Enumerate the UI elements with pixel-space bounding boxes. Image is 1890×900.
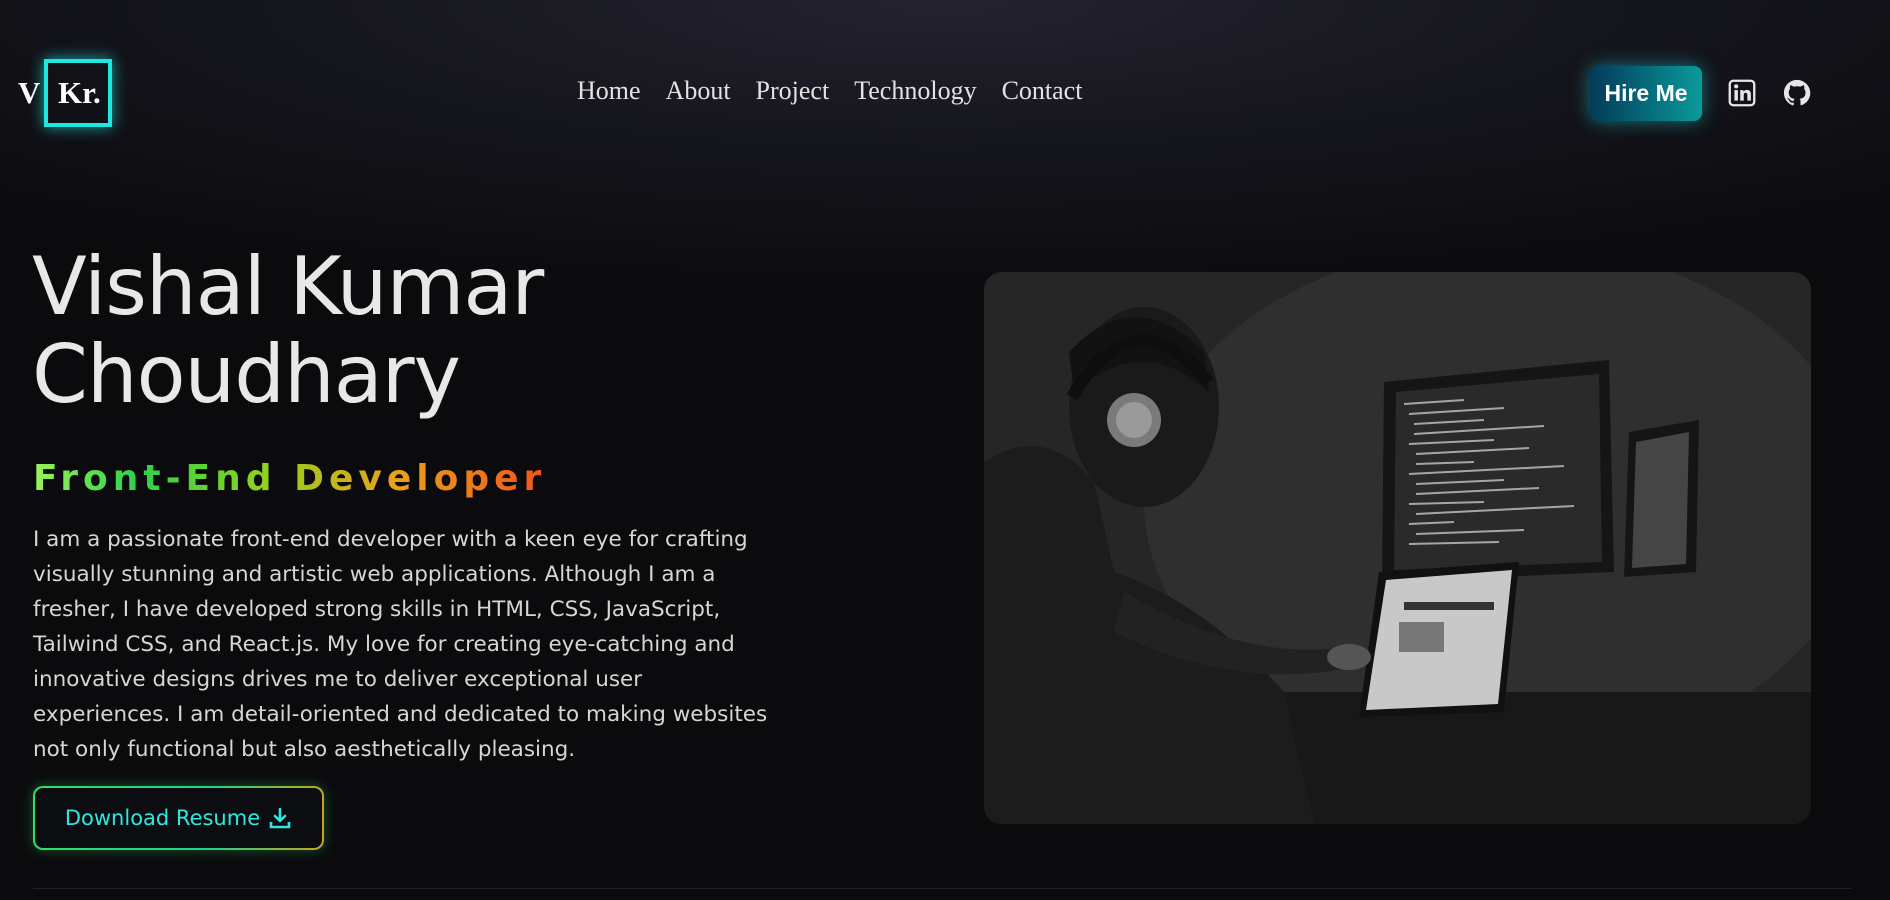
hero-bio: I am a passionate front-end developer wi… — [33, 527, 768, 762]
nav-home[interactable]: Home — [577, 76, 641, 106]
hero-name-line2: Choudhary — [32, 328, 461, 421]
hero-photo — [984, 272, 1811, 824]
logo[interactable]: V Kr. — [18, 59, 113, 127]
nav-project[interactable]: Project — [756, 76, 830, 106]
hire-me-button[interactable]: Hire Me — [1590, 66, 1702, 121]
hero-role: Front-End Developer — [33, 458, 547, 499]
nav-about[interactable]: About — [666, 76, 731, 106]
developer-photo-illustration — [984, 272, 1811, 824]
github-icon[interactable] — [1783, 79, 1811, 107]
logo-kr: Kr. — [58, 75, 101, 110]
download-icon — [269, 807, 291, 829]
hero-name: Vishal Kumar Choudhary — [32, 240, 544, 421]
linkedin-icon[interactable] — [1728, 79, 1756, 107]
main-nav: Home About Project Technology Contact — [577, 76, 1107, 106]
nav-contact[interactable]: Contact — [1002, 76, 1083, 106]
nav-technology[interactable]: Technology — [854, 76, 976, 106]
download-resume-button[interactable]: Download Resume — [33, 786, 324, 850]
section-divider — [33, 888, 1851, 889]
logo-v: V — [18, 75, 41, 110]
download-resume-label: Download Resume — [64, 806, 261, 830]
logo-box: Kr. — [44, 59, 113, 127]
hero-name-line1: Vishal Kumar — [32, 240, 544, 333]
